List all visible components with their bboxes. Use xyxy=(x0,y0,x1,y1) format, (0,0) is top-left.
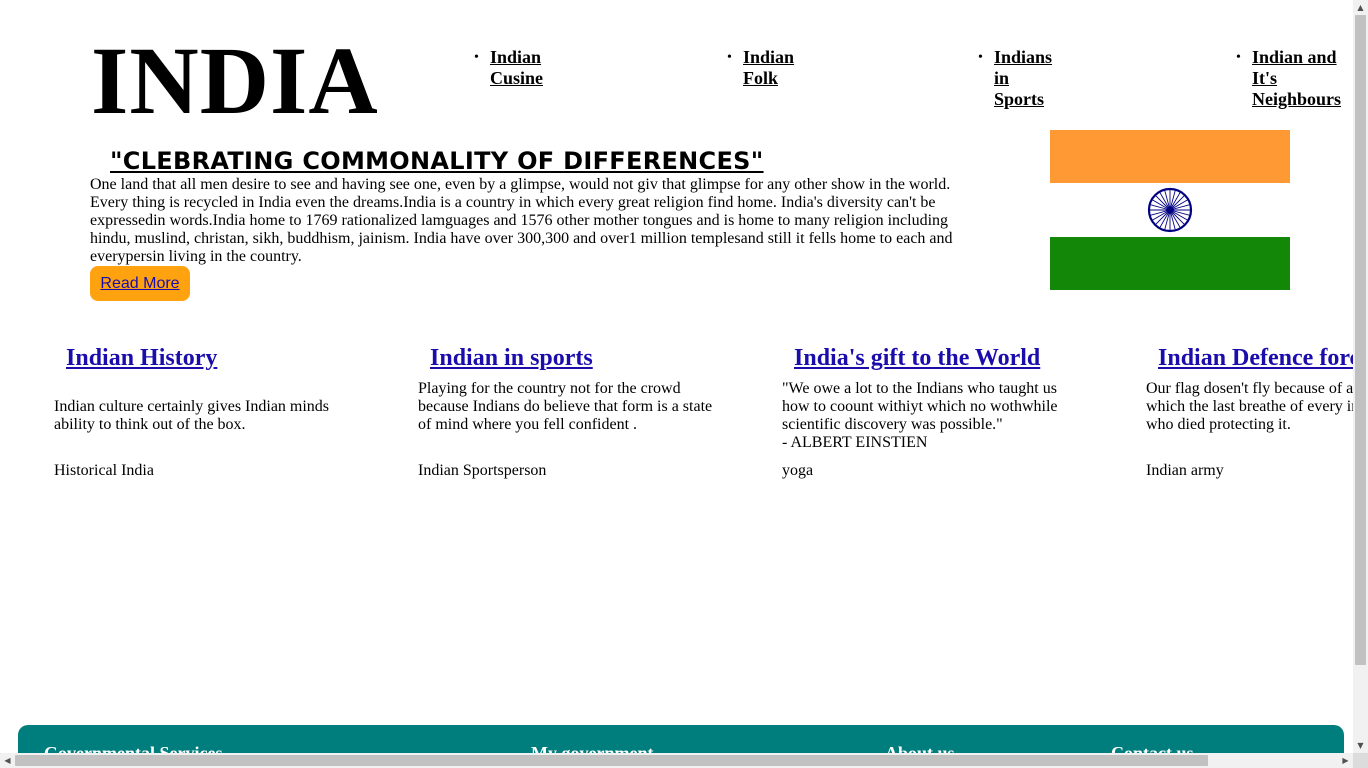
broken-image-indian-sportsperson: Indian Sportsperson xyxy=(418,462,546,480)
image-alt-text: yoga xyxy=(782,462,814,479)
hero-intro-text: One land that all men desire to see and … xyxy=(90,176,953,265)
nav-link-indian-neighbours[interactable]: Indian and It's Neighbours xyxy=(1252,47,1341,109)
card-indias-gift: India's gift to the World "We owe a lot … xyxy=(782,342,1102,479)
card-title: Indian History xyxy=(54,342,374,374)
vertical-scrollbar[interactable]: ▲ ▼ xyxy=(1353,0,1368,753)
nav-list-folk: Indian Folk xyxy=(727,47,813,89)
card-text: Our flag dosen't fly because of air whic… xyxy=(1146,380,1353,433)
nav-item-folk: Indian Folk xyxy=(727,47,813,89)
nav-item-cusine: Indian Cusine xyxy=(474,47,570,89)
scroll-right-arrow-icon[interactable]: ▶ xyxy=(1338,753,1353,768)
scrollbar-corner xyxy=(1353,753,1368,768)
card-text: Indian culture certainly gives Indian mi… xyxy=(54,398,330,433)
nav-list-cusine: Indian Cusine xyxy=(474,47,570,89)
card-text: "We owe a lot to the Indians who taught … xyxy=(782,380,1058,433)
nav-link-indian-folk[interactable]: Indian Folk xyxy=(743,47,794,88)
flag-saffron-band xyxy=(1050,130,1290,184)
card-indian-history: Indian History Indian culture certainly … xyxy=(54,342,374,479)
scroll-up-arrow-icon[interactable]: ▲ xyxy=(1353,0,1368,15)
scroll-left-arrow-icon[interactable]: ◀ xyxy=(0,753,15,768)
horizontal-scroll-thumb[interactable] xyxy=(15,755,1208,766)
card-link-indias-gift[interactable]: India's gift to the World xyxy=(794,345,1040,371)
nav-link-indians-in-sports[interactable]: Indians in Sports xyxy=(994,47,1052,109)
nav-link-indian-cusine[interactable]: Indian Cusine xyxy=(490,47,543,88)
card-title: Indian in sports xyxy=(418,342,738,374)
card-indian-defence: Indian Defence forces Our flag dosen't f… xyxy=(1146,342,1353,479)
flag-green-band xyxy=(1050,236,1290,290)
hero-tagline: "CLEBRATING COMMONALITY OF DIFFERENCES" xyxy=(110,147,764,175)
ashoka-chakra-icon xyxy=(1147,187,1193,233)
footer-link-my-government[interactable]: My government xyxy=(531,743,653,753)
site-logo: INDIA xyxy=(91,27,379,134)
image-alt-text: Indian Sportsperson xyxy=(418,462,547,479)
nav-item-neighbours: Indian and It's Neighbours xyxy=(1236,47,1352,110)
scroll-down-arrow-icon[interactable]: ▼ xyxy=(1353,738,1368,753)
card-indian-in-sports: Indian in sports Playing for the country… xyxy=(418,342,738,479)
card-link-indian-history[interactable]: Indian History xyxy=(66,345,217,371)
broken-image-historical-india: Historical India xyxy=(54,462,154,480)
footer-link-contact-us[interactable]: Contact us xyxy=(1111,743,1194,753)
site-footer: Governmental Services My government Abou… xyxy=(18,725,1344,753)
card-link-indian-in-sports[interactable]: Indian in sports xyxy=(430,345,593,371)
card-title: India's gift to the World xyxy=(782,342,1102,374)
card-link-indian-defence[interactable]: Indian Defence forces xyxy=(1158,345,1353,371)
horizontal-scrollbar[interactable]: ◀ ▶ xyxy=(0,753,1353,768)
broken-image-yoga: yoga xyxy=(782,462,813,480)
nav-list-sports: Indians in Sports xyxy=(978,47,1056,110)
image-alt-text: Historical India xyxy=(54,462,154,479)
read-more-label: Read More xyxy=(100,274,180,292)
vertical-scroll-thumb[interactable] xyxy=(1355,15,1366,665)
card-title: Indian Defence forces xyxy=(1146,342,1353,374)
nav-list-neighbours: Indian and It's Neighbours xyxy=(1236,47,1352,110)
footer-link-about-us[interactable]: About us xyxy=(885,743,955,753)
indian-flag-image xyxy=(1050,130,1290,290)
card-text: Playing for the country not for the crow… xyxy=(418,380,713,433)
image-alt-text: Indian army xyxy=(1146,462,1224,479)
nav-item-sports: Indians in Sports xyxy=(978,47,1056,110)
footer-link-governmental-services[interactable]: Governmental Services xyxy=(44,743,222,753)
read-more-button[interactable]: Read More xyxy=(90,266,190,301)
broken-image-indian-army: Indian army xyxy=(1146,462,1224,480)
quote-author: - ALBERT EINSTIEN xyxy=(782,434,928,451)
page: INDIA Indian Cusine Indian Folk Indians … xyxy=(0,0,1353,753)
